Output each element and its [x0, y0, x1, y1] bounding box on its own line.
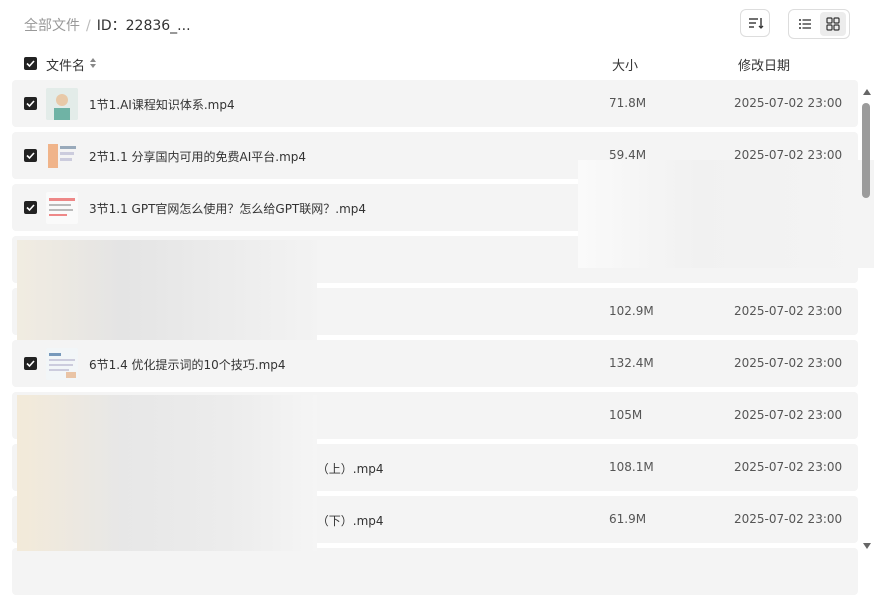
list-view-icon: [799, 19, 811, 29]
video-thumbnail: [46, 88, 78, 120]
sort-toggle-icon[interactable]: [89, 57, 97, 69]
column-header-name[interactable]: 文件名: [46, 55, 85, 74]
column-header-size[interactable]: 大小: [612, 55, 638, 74]
file-name[interactable]: 6节1.4 优化提示词的10个技巧.mp4: [89, 356, 286, 373]
breadcrumb-separator: /: [86, 18, 91, 34]
video-thumbnail: [46, 348, 78, 380]
file-name[interactable]: 2节1.1 分享国内可用的免费AI平台.mp4: [89, 148, 306, 165]
checkmark-icon: [26, 60, 35, 68]
file-size: 105M: [609, 408, 643, 422]
file-size: 102.9M: [609, 304, 654, 318]
scroll-up-arrow-icon[interactable]: [862, 88, 872, 96]
file-date: 2025-07-02 23:00: [734, 408, 843, 422]
scroll-down-arrow-icon[interactable]: [862, 542, 872, 550]
video-thumbnail: [46, 192, 78, 224]
table-header: 文件名 大小 修改日期: [0, 50, 874, 78]
file-date: 2025-07-02 23:00: [734, 304, 843, 318]
grid-view-icon: [826, 17, 840, 31]
top-bar: 全部文件 / ID：22836_...: [0, 0, 874, 48]
view-toggle: [788, 9, 850, 39]
breadcrumb: 全部文件 / ID：22836_...: [24, 15, 191, 35]
file-name[interactable]: ‹（上）.mp4: [312, 460, 384, 477]
file-name[interactable]: 1节1.AI课程知识体系.mp4: [89, 96, 235, 113]
column-header-date[interactable]: 修改日期: [738, 55, 790, 74]
row-checkbox[interactable]: [24, 97, 37, 110]
select-all-checkbox[interactable]: [24, 57, 37, 70]
file-size: 132.4M: [609, 356, 654, 370]
breadcrumb-current: ID：22836_...: [96, 18, 191, 34]
file-date: 2025-07-02 23:00: [734, 96, 843, 110]
file-date: 2025-07-02 23:00: [734, 512, 843, 526]
file-date: 2025-07-02 23:00: [734, 460, 843, 474]
blurred-region: [17, 395, 317, 551]
row-checkbox[interactable]: [24, 357, 37, 370]
breadcrumb-root-link[interactable]: 全部文件: [24, 18, 80, 34]
checkmark-icon: [26, 204, 35, 212]
file-size: 61.9M: [609, 512, 647, 526]
blurred-region: [17, 240, 317, 340]
scrollbar-thumb[interactable]: [862, 103, 870, 198]
file-size: 108.1M: [609, 460, 654, 474]
row-checkbox[interactable]: [24, 201, 37, 214]
video-thumbnail: [46, 140, 78, 172]
grid-view-button[interactable]: [820, 12, 846, 36]
row-checkbox[interactable]: [24, 149, 37, 162]
file-date: 2025-07-02 23:00: [734, 356, 843, 370]
sort-icon: [749, 18, 764, 29]
blurred-region: [578, 160, 874, 268]
file-size: 71.8M: [609, 96, 647, 110]
file-row[interactable]: [12, 548, 858, 595]
file-name[interactable]: 3节1.1 GPT官网怎么使用？怎么给GPT联网？.mp4: [89, 200, 366, 217]
file-row[interactable]: 1节1.AI课程知识体系.mp4 71.8M 2025-07-02 23:00: [12, 80, 858, 127]
file-row[interactable]: 6节1.4 优化提示词的10个技巧.mp4 132.4M 2025-07-02 …: [12, 340, 858, 387]
checkmark-icon: [26, 100, 35, 108]
list-view-button[interactable]: [792, 12, 818, 36]
checkmark-icon: [26, 152, 35, 160]
file-name[interactable]: ‹（下）.mp4: [312, 512, 384, 529]
checkmark-icon: [26, 360, 35, 368]
sort-button[interactable]: [740, 9, 770, 37]
